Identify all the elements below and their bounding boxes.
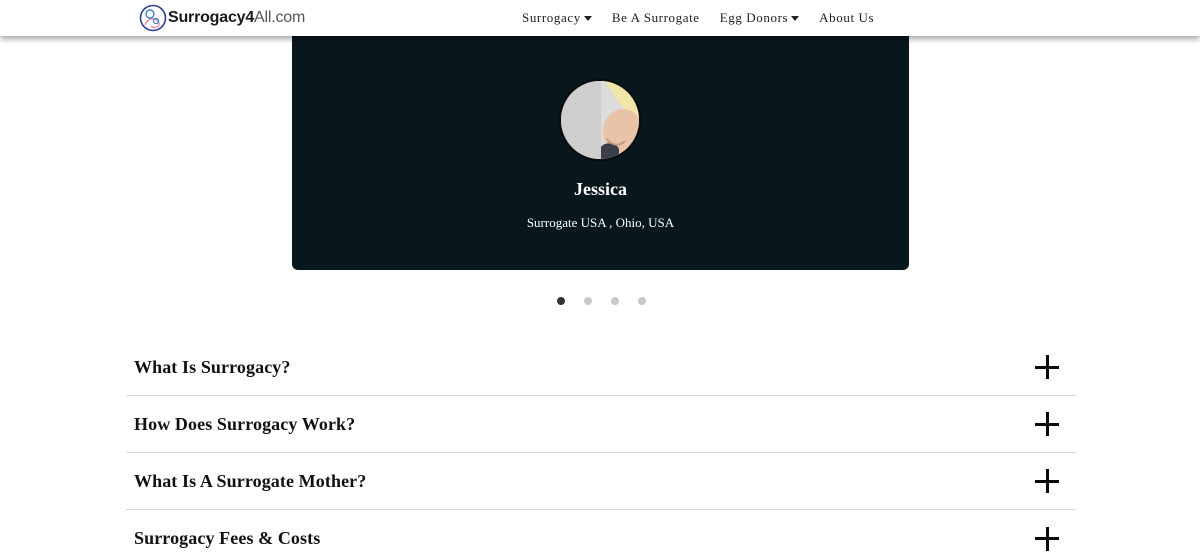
avatar-image [561, 81, 639, 159]
nav-be-a-surrogate-label: Be A Surrogate [611, 10, 700, 25]
plus-icon[interactable] [1035, 526, 1059, 551]
site-header: Surrogacy4All.com Surrogacy Be A Surroga… [0, 0, 1200, 36]
faq-accordion: What Is Surrogacy? How Does Surrogacy Wo… [126, 339, 1076, 554]
carousel-dot-3[interactable] [611, 297, 619, 305]
carousel-dot-4[interactable] [638, 297, 646, 305]
plus-icon[interactable] [1035, 355, 1059, 379]
site-logo[interactable]: Surrogacy4All.com [139, 2, 305, 34]
faq-item-surrogacy-fees-costs[interactable]: Surrogacy Fees & Costs [126, 510, 1076, 554]
nav-about-us-label: About Us [819, 10, 875, 25]
carousel-dots [557, 297, 646, 305]
nav-about-us[interactable]: About Us [819, 10, 874, 26]
plus-icon[interactable] [1035, 412, 1059, 436]
faq-question: What Is Surrogacy? [134, 356, 291, 377]
logo-icon [139, 4, 167, 32]
nav-be-a-surrogate[interactable]: Be A Surrogate [612, 10, 700, 26]
faq-question: How Does Surrogacy Work? [134, 413, 356, 434]
main-nav: Surrogacy Be A Surrogate Egg Donors Abou… [522, 10, 874, 26]
nav-surrogacy-label: Surrogacy [522, 10, 581, 25]
caret-down-icon [791, 16, 800, 21]
testimonial-location: Surrogate USA , Ohio, USA [526, 215, 675, 230]
carousel-dot-2[interactable] [584, 297, 592, 305]
faq-item-what-is-surrogacy[interactable]: What Is Surrogacy? [126, 339, 1076, 396]
nav-egg-donors[interactable]: Egg Donors [719, 10, 800, 26]
logo-text: Surrogacy4All.com [168, 9, 306, 26]
carousel-dot-1[interactable] [557, 297, 565, 305]
faq-item-how-does-surrogacy-work[interactable]: How Does Surrogacy Work? [126, 396, 1076, 453]
plus-icon[interactable] [1035, 469, 1059, 493]
faq-item-what-is-a-surrogate-mother[interactable]: What Is A Surrogate Mother? [126, 453, 1076, 510]
faq-question: What Is A Surrogate Mother? [134, 470, 367, 491]
caret-down-icon [583, 16, 592, 21]
testimonial-card: Jessica Surrogate USA , Ohio, USA [292, 28, 909, 270]
nav-surrogacy[interactable]: Surrogacy [522, 10, 592, 26]
avatar [559, 79, 641, 161]
faq-question: Surrogacy Fees & Costs [134, 528, 321, 548]
testimonial-name: Jessica [574, 179, 627, 199]
nav-egg-donors-label: Egg Donors [719, 10, 789, 25]
